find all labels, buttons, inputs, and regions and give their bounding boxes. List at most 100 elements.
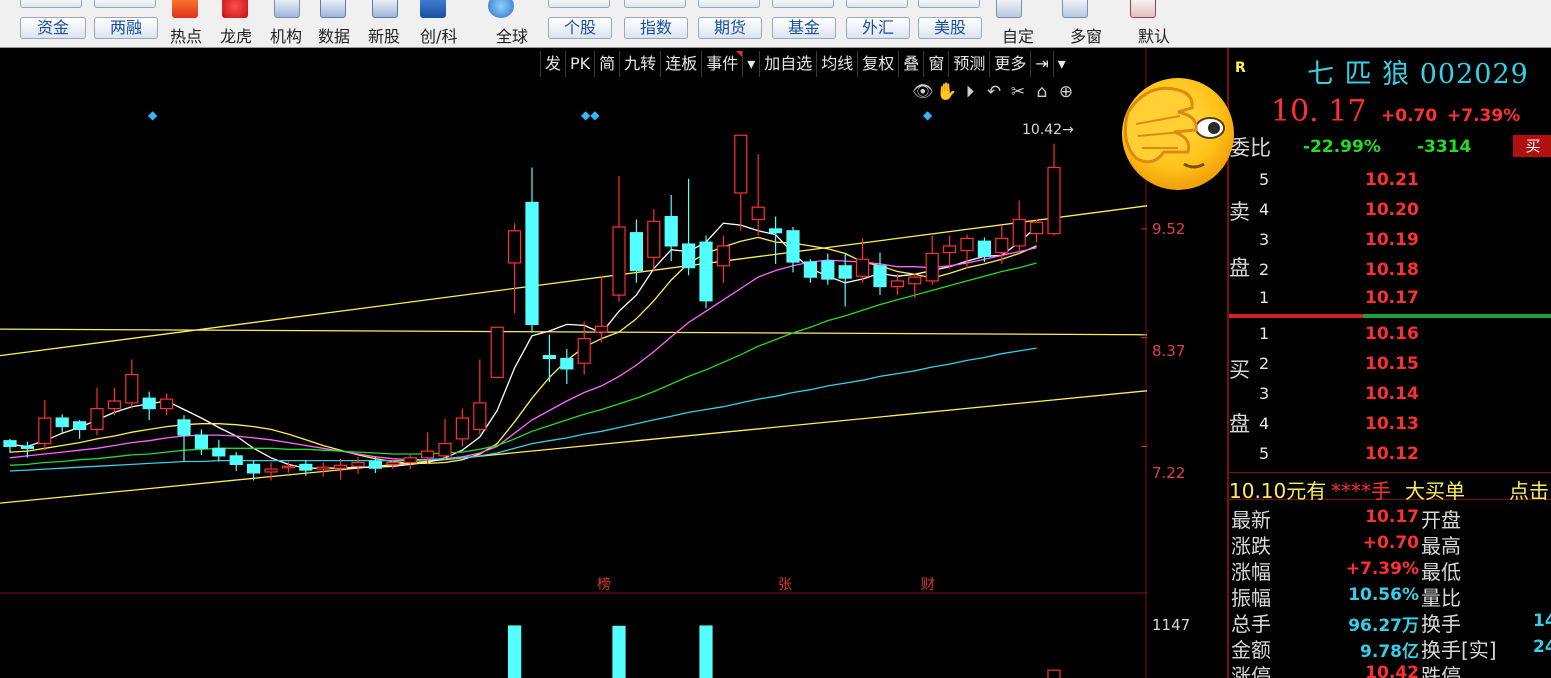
candle-body[interactable] [386, 461, 400, 465]
chart-tool-limit-up[interactable]: 连板 [660, 51, 701, 77]
candle-body[interactable] [664, 216, 678, 247]
candle-body[interactable] [1012, 218, 1026, 247]
candle-body[interactable] [908, 276, 922, 285]
stocks-button[interactable]: 个股 [548, 17, 612, 39]
candle-body[interactable] [3, 440, 17, 448]
candle-body[interactable] [577, 338, 591, 364]
candle-body[interactable] [942, 245, 957, 254]
candle-body[interactable] [351, 461, 365, 467]
candle-body[interactable] [490, 326, 504, 378]
chart-tool-adjust[interactable]: 复权 [857, 51, 898, 77]
custom-icon[interactable] [996, 0, 1022, 18]
dragon-icon[interactable] [222, 0, 248, 18]
zoom-in-icon[interactable]: ⊕ [1056, 82, 1076, 102]
trend-line[interactable] [0, 204, 1147, 357]
candle-body[interactable] [821, 260, 835, 280]
play-icon[interactable]: ⏵ [960, 82, 980, 102]
candle-body[interactable] [768, 228, 783, 234]
hand-icon[interactable]: ✋ [936, 82, 957, 102]
chart-tool-overlay[interactable]: 叠 [898, 51, 923, 77]
candle-body[interactable] [925, 252, 939, 282]
kline-chart[interactable] [0, 48, 1147, 678]
big-order-click[interactable]: 点击 [1509, 475, 1549, 504]
forex-button[interactable]: 外汇 [846, 17, 910, 39]
index-button[interactable]: 指数 [624, 17, 688, 39]
candle-body[interactable] [38, 417, 52, 445]
candle-body[interactable] [629, 232, 644, 272]
candle-body[interactable] [125, 373, 139, 404]
chart-tool-forecast[interactable]: 预测 [948, 51, 989, 77]
institution-icon[interactable] [274, 0, 300, 18]
candle-body[interactable] [368, 460, 382, 469]
pe-data-icon[interactable] [320, 0, 346, 18]
candle-body[interactable] [525, 201, 539, 326]
marker-finance[interactable]: 财 [921, 574, 935, 594]
candle-body[interactable] [142, 397, 156, 410]
candle-body[interactable] [455, 417, 469, 440]
candle-body[interactable] [873, 265, 887, 288]
futures-button[interactable]: 期货 [698, 17, 762, 39]
star-market-icon[interactable] [420, 0, 446, 18]
fund-button[interactable]: 基金 [772, 17, 836, 39]
candle-body[interactable] [612, 226, 626, 296]
chart-tool-dropdown[interactable]: ▾ [742, 51, 759, 77]
candle-body[interactable] [316, 466, 330, 470]
candle-body[interactable] [734, 134, 748, 194]
candle-body[interactable] [212, 447, 226, 457]
chart-tool-events[interactable]: 事件 [701, 51, 743, 77]
candle-body[interactable] [1029, 221, 1044, 235]
candle-body[interactable] [977, 240, 992, 257]
buy-button[interactable]: 买 [1513, 135, 1551, 157]
candle-body[interactable] [681, 243, 696, 269]
eye-icon[interactable]: 👁 [912, 82, 934, 102]
toolbar-top-button[interactable] [94, 0, 156, 8]
marker-list[interactable]: 榜 [597, 574, 611, 594]
candle-body[interactable] [855, 258, 870, 277]
candle-body[interactable] [421, 450, 435, 459]
toolbar-top-button[interactable] [624, 0, 686, 8]
globe-icon[interactable] [488, 0, 514, 18]
toolbar-top-button[interactable] [20, 0, 82, 8]
candle-body[interactable] [890, 280, 905, 288]
event-diamond[interactable]: ◆ [148, 108, 157, 122]
candle-body[interactable] [334, 464, 348, 469]
undo-icon[interactable]: ↶ [984, 82, 1004, 102]
ipo-icon[interactable] [372, 0, 398, 18]
trend-line[interactable] [0, 328, 1147, 336]
candle-body[interactable] [299, 463, 313, 471]
funds-button[interactable]: 资金 [20, 17, 86, 39]
event-diamond[interactable]: ◆◆ [581, 108, 599, 122]
candle-body[interactable] [786, 230, 800, 263]
multi-window-icon[interactable] [1062, 0, 1088, 18]
candle-body[interactable] [160, 398, 174, 410]
chart-tool-expand[interactable]: ⇥ [1030, 51, 1052, 77]
candle-body[interactable] [403, 457, 417, 464]
default-icon[interactable] [1130, 0, 1156, 18]
chart-tool-simple[interactable]: 简 [594, 51, 619, 77]
candle-body[interactable] [560, 357, 574, 370]
margin-button[interactable]: 两融 [94, 17, 158, 39]
chart-tool-more[interactable]: 更多 [989, 51, 1030, 77]
candle-body[interactable] [995, 237, 1009, 254]
candle-body[interactable] [264, 468, 278, 473]
candle-body[interactable] [90, 407, 104, 430]
candle-body[interactable] [281, 465, 295, 469]
toolbar-top-button[interactable] [772, 0, 834, 8]
candle-body[interactable] [594, 325, 609, 333]
toolbar-top-button[interactable] [698, 0, 760, 8]
candle-body[interactable] [751, 206, 765, 221]
lock-icon[interactable]: ⌂ [1032, 82, 1052, 102]
candle-body[interactable] [72, 421, 87, 430]
candle-body[interactable] [473, 402, 487, 430]
candle-body[interactable] [107, 400, 122, 410]
chart-tool-ma[interactable]: 均线 [816, 51, 857, 77]
candle-body[interactable] [229, 455, 243, 465]
toolbar-top-button[interactable] [846, 0, 908, 8]
marker-limit-up[interactable]: 张 [778, 574, 792, 594]
chart-tool-window[interactable]: 窗 [923, 51, 948, 77]
big-order-banner[interactable]: 10.10元有 ****手 大买单 点击 [1229, 472, 1551, 503]
candle-body[interactable] [508, 230, 522, 264]
us-stocks-button[interactable]: 美股 [918, 17, 982, 39]
chart-tool-fa[interactable]: 发 [540, 51, 565, 77]
candle-body[interactable] [194, 434, 208, 449]
